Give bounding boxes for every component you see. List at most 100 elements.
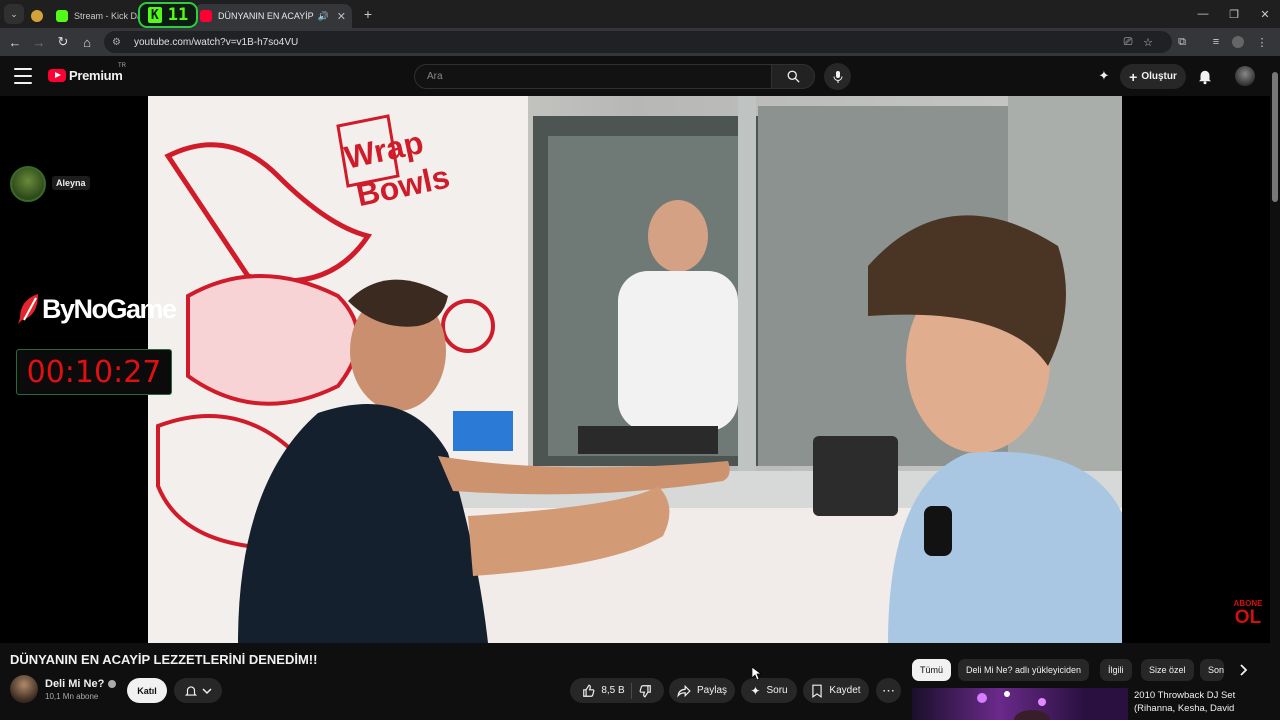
ask-label: Soru [766,685,788,696]
microphone-icon [833,70,842,83]
plus-icon: + [1129,68,1138,85]
youtube-logo[interactable]: Premium TR [48,63,126,83]
save-label: Kaydet [829,685,861,696]
viewer-name: Aleyna [52,176,90,190]
like-divider [630,682,632,699]
thumbnail-image [977,691,1050,720]
hamburger-menu-icon[interactable] [14,68,32,84]
search-input[interactable]: Ara [414,64,772,89]
bynogame-logo: ByNoGame [16,292,177,326]
channel-avatar[interactable] [10,675,38,703]
create-label: Oluştur [1141,71,1177,82]
kick-logo-icon: K [147,7,162,23]
ai-sparkle-icon[interactable]: ✦ [1096,68,1112,84]
menu-icon[interactable]: ⋮ [1252,36,1272,49]
bookmark-icon [812,684,823,698]
search-button[interactable] [771,64,815,89]
chevron-down-icon [202,687,212,694]
omni-actions: ⎚ ☆ [1118,31,1158,53]
chip-from-uploader[interactable]: Deli Mi Ne? adlı yükleyiciden [958,659,1090,681]
brand-name: ByNoGame [42,293,177,324]
youtube-favicon-icon [200,10,212,22]
youtube-header: Premium TR Ara ✦ + Oluştur [0,56,1280,96]
tab-app-icon [31,10,43,22]
chip-related[interactable]: İlgili [1100,659,1132,681]
bynogame-feather-icon [18,294,38,324]
notifications-bell-icon[interactable] [1196,67,1214,85]
profile-avatar[interactable] [1232,36,1244,48]
ask-button[interactable]: ✦ Soru [741,678,797,703]
thumbs-down-icon[interactable] [638,684,652,698]
bookmark-star-icon[interactable]: ☆ [1138,36,1158,49]
verified-icon [108,680,117,688]
speaker-icon[interactable]: 🔊 [318,11,329,22]
address-bar[interactable]: ⚙ youtube.com/watch?v=v1B-h7so4VU [104,31,1172,53]
reload-icon[interactable]: ↻ [51,30,75,54]
chip-all[interactable]: Tümü [912,659,952,681]
close-icon[interactable]: ✕ [337,10,346,23]
browser-actions: ⧉ ≡ ⋮ [1172,31,1272,53]
like-count: 8,5 B [601,685,625,696]
stream-overlay-right [1122,96,1270,643]
page-scrollbar[interactable] [1270,56,1280,720]
url-text: youtube.com/watch?v=v1B-h7so4VU [134,36,299,48]
search-placeholder: Ara [427,71,443,82]
search-icon [787,70,800,83]
region-code: TR [118,63,126,69]
kick-count-badge: K 11 [138,2,198,28]
kick-favicon-icon [56,10,68,22]
viewer-avatar [10,166,46,202]
youtube-play-icon [48,69,66,82]
join-button[interactable]: Katıl [127,678,167,703]
account-avatar[interactable] [1235,66,1255,86]
like-button[interactable]: 8,5 B [582,683,625,698]
voice-search-button[interactable] [824,63,851,90]
video-title: DÜNYANIN EN ACAYİP LEZZETLERİNİ DENEDİM!… [10,652,318,667]
notification-settings-button[interactable] [174,678,222,703]
bell-icon [184,685,198,696]
share-arrow-icon [677,684,691,698]
share-label: Paylaş [696,685,727,696]
stream-timer: 00:10:27 [16,349,172,395]
watermark-bottom: OL [1234,607,1262,628]
tab-ai-icon-slot[interactable] [24,4,50,28]
logo-text: Premium [69,68,123,83]
channel-name[interactable]: Deli Mi Ne? [45,678,104,690]
subscribe-watermark: ABONE OL [1232,600,1264,630]
video-player[interactable]: Wrap Bowls [148,96,1122,643]
create-button[interactable]: + Oluştur [1120,64,1186,89]
tab-search-button[interactable]: ⌄ [4,4,24,24]
more-actions-button[interactable]: ⋯ [876,678,901,703]
recommendation-thumbnail[interactable] [912,688,1128,720]
channel-name-row[interactable]: Deli Mi Ne? [45,678,117,690]
media-controls-icon[interactable]: ≡ [1206,36,1226,48]
kick-count: 11 [167,5,189,25]
save-button[interactable]: Kaydet [803,678,869,703]
recommendation-title[interactable]: 2010 Throwback DJ Set (Rihanna, Kesha, D… [1134,689,1264,715]
back-icon[interactable]: ← [3,30,27,54]
tab-youtube-video[interactable]: DÜNYANIN EN ACAYİP LEZZ 🔊 ✕ [194,4,352,28]
video-frame-image: Wrap Bowls [148,96,1122,643]
cast-icon[interactable]: ⎚ [1118,36,1138,49]
restore-icon[interactable]: ❐ [1219,0,1249,28]
browser-toolbar: ← → ↻ ⌂ ⚙ youtube.com/watch?v=v1B-h7so4V… [0,28,1280,56]
mouse-cursor-icon [752,667,761,680]
timer-text: 00:10:27 [26,354,162,390]
tab-label: Stream - Kick Da [74,11,143,21]
share-button[interactable]: Paylaş [669,678,735,703]
new-tab-button[interactable]: + [358,6,378,22]
thumbs-up-icon [583,683,595,697]
chevron-right-icon[interactable] [1232,659,1254,681]
extensions-icon[interactable]: ⧉ [1172,36,1192,49]
minimize-icon[interactable]: — [1188,0,1218,28]
chip-recent[interactable]: Son [1200,659,1224,681]
forward-icon[interactable]: → [27,30,51,54]
home-icon[interactable]: ⌂ [75,30,99,54]
more-horiz-icon: ⋯ [882,682,895,698]
chip-for-you[interactable]: Size özel [1141,659,1194,681]
site-info-icon[interactable]: ⚙ [112,37,126,48]
close-window-icon[interactable]: ✕ [1250,0,1280,28]
scrollbar-thumb[interactable] [1272,72,1278,202]
tab-label: DÜNYANIN EN ACAYİP LEZZ [218,11,314,21]
subscriber-count: 10,1 Mn abone [45,692,99,701]
